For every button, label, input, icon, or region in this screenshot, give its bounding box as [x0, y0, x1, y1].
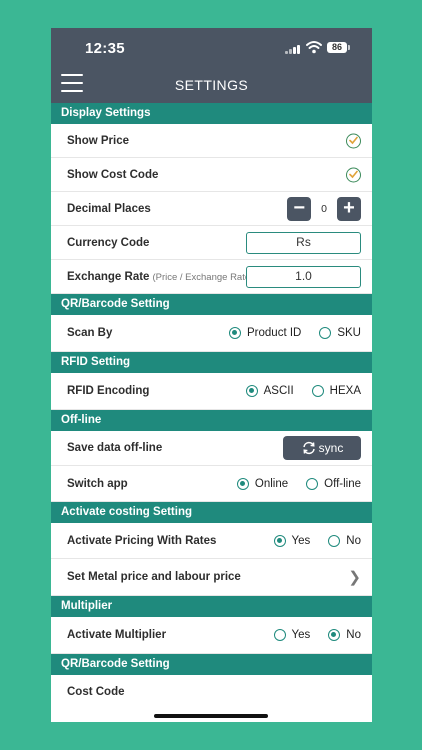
metal-price-label: Set Metal price and labour price — [67, 571, 241, 583]
radio-ascii[interactable] — [245, 385, 258, 397]
radio-hexa[interactable] — [311, 385, 324, 397]
signal-icon — [285, 45, 300, 54]
section-qr-barcode: QR/Barcode Setting — [51, 294, 372, 315]
pricing-no-label: No — [346, 534, 361, 547]
scan-by-row: Scan By Product ID SKU — [51, 315, 372, 352]
scan-by-label: Scan By — [67, 327, 113, 339]
sku-label: SKU — [337, 327, 361, 339]
pricing-yes-option[interactable]: Yes — [273, 534, 311, 547]
exchange-rate-title: Exchange Rate — [67, 270, 150, 283]
currency-code-row: Currency Code Rs — [51, 226, 372, 260]
section-offline: Off-line — [51, 410, 372, 431]
currency-code-label: Currency Code — [67, 236, 150, 249]
sync-icon — [302, 441, 315, 455]
status-time: 12:35 — [85, 40, 125, 57]
section-costing: Activate costing Setting — [51, 502, 372, 523]
radio-multiplier-yes[interactable] — [273, 629, 286, 641]
radio-sku[interactable] — [319, 327, 332, 339]
home-indicator[interactable] — [154, 714, 268, 718]
rfid-ascii-option[interactable]: ASCII — [245, 385, 294, 397]
exchange-rate-label: Exchange Rate (Price / Exchange Rate) — [67, 271, 253, 283]
exchange-rate-row: Exchange Rate (Price / Exchange Rate) 1.0 — [51, 260, 372, 294]
show-price-check-icon[interactable] — [346, 133, 361, 148]
sync-label: sync — [318, 441, 344, 455]
radio-product-id[interactable] — [229, 327, 242, 339]
rfid-encoding-label: RFID Encoding — [67, 385, 150, 397]
save-data-offline-label: Save data off-line — [67, 442, 163, 454]
switch-offline-option[interactable]: Off-line — [306, 477, 361, 490]
decimal-places-value: 0 — [321, 202, 327, 215]
decimal-places-row: Decimal Places − 0 + — [51, 192, 372, 226]
offline-label: Off-line — [324, 477, 361, 490]
page-title: SETTINGS — [174, 77, 249, 93]
activate-multiplier-label: Activate Multiplier — [67, 629, 167, 641]
cost-code-row[interactable]: Cost Code — [51, 675, 372, 709]
show-cost-code-row[interactable]: Show Cost Code — [51, 158, 372, 192]
rfid-encoding-row: RFID Encoding ASCII HEXA — [51, 373, 372, 410]
activate-multiplier-row: Activate Multiplier Yes No — [51, 617, 372, 654]
exchange-rate-hint: (Price / Exchange Rate) — [152, 271, 254, 283]
multiplier-no-label: No — [346, 629, 361, 641]
section-display-settings: Display Settings — [51, 103, 372, 124]
online-label: Online — [254, 477, 289, 490]
app-header: 12:35 86 SETTINGS — [51, 28, 372, 103]
status-bar: 12:35 86 — [51, 28, 372, 68]
ascii-label: ASCII — [263, 385, 294, 397]
activate-pricing-row: Activate Pricing With Rates Yes No — [51, 523, 372, 559]
section-qr-barcode-2: QR/Barcode Setting — [51, 654, 372, 675]
multiplier-yes-label: Yes — [291, 629, 311, 641]
switch-app-label: Switch app — [67, 477, 128, 490]
scan-by-sku-option[interactable]: SKU — [319, 327, 361, 339]
phone-screen: 12:35 86 SETTINGS Display Settings Show … — [51, 28, 372, 722]
rfid-hexa-option[interactable]: HEXA — [311, 385, 361, 397]
switch-online-option[interactable]: Online — [236, 477, 289, 490]
cost-code-label: Cost Code — [67, 686, 125, 698]
switch-app-row: Switch app Online Off-line — [51, 466, 372, 502]
radio-offline[interactable] — [306, 477, 319, 490]
metal-price-row[interactable]: Set Metal price and labour price ❯ — [51, 559, 372, 596]
decimal-places-label: Decimal Places — [67, 202, 151, 215]
increment-button[interactable]: + — [337, 196, 361, 221]
radio-pricing-yes[interactable] — [273, 534, 286, 547]
wifi-icon — [306, 41, 322, 54]
multiplier-yes-option[interactable]: Yes — [273, 629, 311, 641]
radio-pricing-no[interactable] — [328, 534, 341, 547]
show-price-row[interactable]: Show Price — [51, 124, 372, 158]
product-id-label: Product ID — [247, 327, 302, 339]
scan-by-product-id-option[interactable]: Product ID — [229, 327, 301, 339]
battery-icon: 86 — [327, 42, 347, 53]
multiplier-no-option[interactable]: No — [328, 629, 361, 641]
show-cost-code-label: Show Cost Code — [67, 168, 159, 181]
show-price-label: Show Price — [67, 134, 129, 147]
hexa-label: HEXA — [329, 385, 361, 397]
save-data-offline-row: Save data off-line sync — [51, 431, 372, 466]
pricing-no-option[interactable]: No — [328, 534, 361, 547]
radio-multiplier-no[interactable] — [328, 629, 341, 641]
battery-cap — [348, 45, 350, 50]
sync-button[interactable]: sync — [283, 436, 361, 460]
show-cost-code-check-icon[interactable] — [346, 167, 361, 182]
exchange-rate-input[interactable]: 1.0 — [246, 265, 361, 288]
radio-online[interactable] — [236, 477, 249, 490]
section-rfid: RFID Setting — [51, 352, 372, 373]
chevron-right-icon: ❯ — [348, 569, 361, 586]
decrement-button[interactable]: − — [287, 196, 312, 221]
activate-pricing-label: Activate Pricing With Rates — [67, 534, 217, 547]
pricing-yes-label: Yes — [291, 534, 311, 547]
section-multiplier: Multiplier — [51, 596, 372, 617]
currency-code-input[interactable]: Rs — [246, 231, 361, 254]
